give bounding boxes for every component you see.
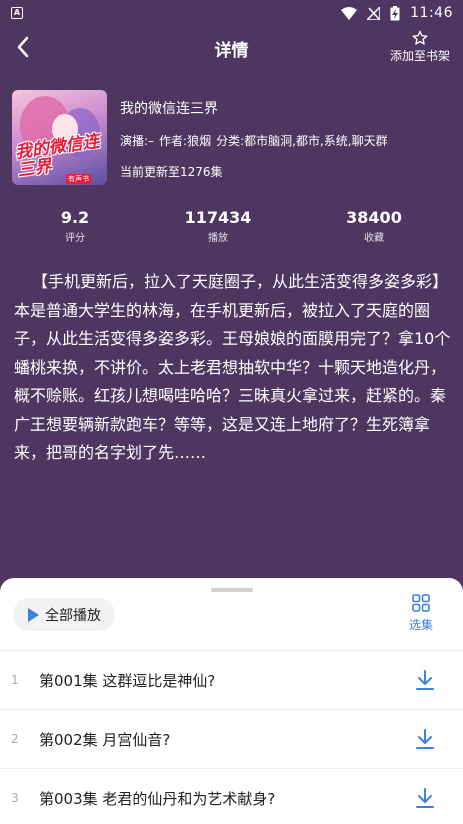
stat-value: 117434 [184, 208, 252, 227]
episode-item[interactable]: 3 第003集 老君的仙丹和为艺术献身? [0, 768, 463, 824]
author: 作者:狼烟 [159, 134, 212, 148]
download-icon[interactable] [415, 728, 435, 750]
select-episodes-label: 选集 [408, 618, 433, 632]
episode-title: 第003集 老君的仙丹和为艺术献身? [39, 789, 276, 808]
cover-badge: 有声书 [66, 174, 91, 184]
stat-plays: 117434 播放 [158, 208, 278, 244]
app-notification-icon: A [11, 7, 23, 19]
episode-title: 第001集 这群逗比是神仙? [39, 671, 216, 690]
play-icon [28, 607, 39, 622]
stats-row: 9.2 评分 117434 播放 38400 收藏 [0, 208, 463, 244]
episode-sheet: 全部播放 选集 1 第001集 这群逗比是神仙? 2 第002集 月宫仙音? 3 [0, 578, 463, 824]
wifi-icon [341, 6, 358, 20]
add-to-shelf-button[interactable]: 添加至书架 [387, 30, 453, 64]
stat-rating: 9.2 评分 [15, 208, 135, 244]
add-to-shelf-label: 添加至书架 [389, 49, 450, 63]
book-info: 我的微信连三界 有声书 我的微信连三界 演播:– 作者:狼烟 分类:都市脑洞,都市,… [12, 90, 452, 186]
episode-item[interactable]: 2 第002集 月宫仙音? [0, 709, 463, 768]
status-time: 11:46 [410, 5, 453, 21]
stat-value: 9.2 [60, 208, 90, 227]
grid-icon [412, 594, 430, 612]
play-all-button[interactable]: 全部播放 [13, 598, 115, 631]
stat-favorites: 38400 收藏 [314, 208, 434, 244]
episode-number: 2 [11, 732, 19, 746]
book-title: 我的微信连三界 [120, 101, 218, 117]
update-status: 当前更新至1276集 [120, 165, 223, 179]
episode-item[interactable]: 1 第001集 这群逗比是神仙? [0, 650, 463, 709]
stat-label: 收藏 [364, 233, 384, 244]
book-meta: 演播:– 作者:狼烟 分类:都市脑洞,都市,系统,聊天群 [120, 132, 393, 149]
category: 分类:都市脑洞,都市,系统,聊天群 [216, 134, 388, 148]
book-cover[interactable]: 我的微信连三界 有声书 [12, 90, 107, 185]
top-bar: 详情 添加至书架 [0, 26, 463, 70]
episode-list: 1 第001集 这群逗比是神仙? 2 第002集 月宫仙音? 3 第003集 老… [0, 650, 463, 824]
select-episodes-button[interactable]: 选集 [401, 594, 441, 633]
play-all-label: 全部播放 [45, 607, 101, 624]
download-icon[interactable] [415, 787, 435, 809]
book-description: 【手机更新后，拉入了天庭圈子，从此生活变得多姿多彩】本是普通大学生的林海，在手机… [14, 272, 451, 462]
star-icon [412, 30, 428, 45]
stat-value: 38400 [346, 208, 402, 227]
stat-label: 播放 [208, 233, 228, 244]
narrator: 演播:– [120, 134, 155, 148]
no-signal-icon [367, 6, 381, 20]
sheet-drag-handle[interactable] [211, 588, 253, 592]
episode-number: 3 [11, 791, 19, 805]
stat-label: 评分 [65, 233, 85, 244]
battery-charging-icon [390, 5, 400, 20]
status-bar: A 11:46 [0, 0, 463, 26]
download-icon[interactable] [415, 669, 435, 691]
episode-title: 第002集 月宫仙音? [39, 730, 171, 749]
episode-number: 1 [11, 673, 19, 687]
